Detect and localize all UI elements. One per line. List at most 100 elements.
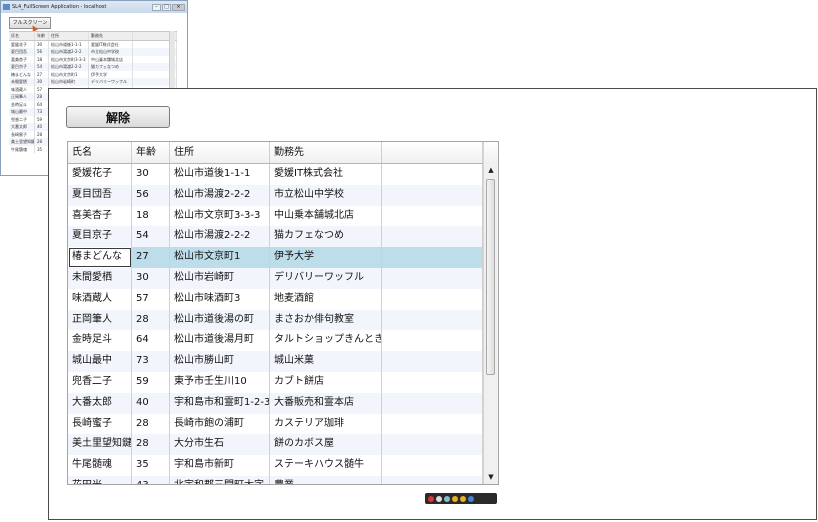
vertical-scrollbar[interactable]: ▲ ▼ <box>483 163 498 484</box>
bg-table-row[interactable]: 未間愛栖 30 松山市岩崎町 デリバリーワッフル <box>9 78 177 86</box>
cell-address[interactable]: 北宇和郡三間町大字 <box>170 475 270 484</box>
table-row[interactable]: 喜美杏子 18 松山市文京町3-3-3 中山乗本舗城北店 <box>68 205 483 227</box>
cell-address[interactable]: 松山市道後湯月町 <box>170 330 270 352</box>
cell-workplace[interactable]: 大番販売和霊本店 <box>270 392 382 414</box>
down-arrow-icon[interactable]: ▼ <box>484 470 498 484</box>
cell-address[interactable]: 松山市道後1-1-1 <box>170 164 270 185</box>
cell-address[interactable]: 松山市文京町1 <box>170 247 270 268</box>
cell-address[interactable]: 松山市味酒町3 <box>170 288 270 310</box>
cell-workplace[interactable]: デリバリーワッフル <box>270 267 382 289</box>
cell-name[interactable]: 兜香二子 <box>68 371 132 393</box>
table-row[interactable]: 正岡筆人 28 松山市道後湯の町 まさおか俳句教室 <box>68 309 483 331</box>
up-arrow-icon[interactable]: ▲ <box>484 163 498 177</box>
cell-address[interactable]: 長崎市飽の浦町 <box>170 413 270 435</box>
cell-name[interactable]: 大番太郎 <box>68 392 132 414</box>
table-row[interactable]: 大番太郎 40 宇和島市和霊町1-2-3 大番販売和霊本店 <box>68 392 483 414</box>
cell-age[interactable]: 73 <box>132 351 170 372</box>
cell-name[interactable]: 城山最中 <box>68 351 132 372</box>
cell-workplace[interactable]: 農業 <box>270 475 382 484</box>
cell-name[interactable]: 牛尾髄魂 <box>68 455 132 476</box>
cell-workplace[interactable]: 伊予大学 <box>270 247 382 268</box>
column-header-workplace[interactable]: 勤務先 <box>270 142 382 163</box>
ime-language-bar[interactable] <box>425 493 497 504</box>
cell-name[interactable]: 椿まどんな <box>68 247 132 268</box>
cell-age[interactable]: 18 <box>132 205 170 227</box>
cell-age[interactable]: 30 <box>132 267 170 289</box>
cell-name[interactable]: 未間愛栖 <box>68 267 132 289</box>
column-header-name[interactable]: 氏名 <box>68 142 132 163</box>
minimize-icon[interactable]: – <box>152 3 161 11</box>
cell-address[interactable]: 宇和島市和霊町1-2-3 <box>170 392 270 414</box>
cell-address[interactable]: 松山市文京町3-3-3 <box>170 205 270 227</box>
cell-age[interactable]: 43 <box>132 475 170 484</box>
cell-name[interactable]: 喜美杏子 <box>68 205 132 227</box>
cell-address[interactable]: 松山市湯渡2-2-2 <box>170 226 270 248</box>
maximize-icon[interactable]: □ <box>162 3 171 11</box>
data-grid[interactable]: 氏名 年齢 住所 勤務先 愛媛花子 30 松山市道後1-1-1 愛媛IT株式会社 夏目団… <box>67 141 499 485</box>
cell-name[interactable]: 美土里望知鍵 <box>68 434 132 456</box>
scrollbar-thumb[interactable] <box>486 179 495 375</box>
table-row[interactable]: 城山最中 73 松山市勝山町 城山米菓 <box>68 351 483 372</box>
column-header-age[interactable]: 年齢 <box>132 142 170 163</box>
cell-address[interactable]: 宇和島市新町 <box>170 455 270 476</box>
cell-workplace[interactable]: 城山米菓 <box>270 351 382 372</box>
cell-age[interactable]: 27 <box>132 247 170 268</box>
table-row[interactable]: 愛媛花子 30 松山市道後1-1-1 愛媛IT株式会社 <box>68 164 483 185</box>
table-row[interactable]: 夏目京子 54 松山市湯渡2-2-2 猫カフェなつめ <box>68 226 483 248</box>
release-button[interactable]: 解除 <box>66 106 170 128</box>
bg-table-row[interactable]: 喜美杏子 18 松山市文京町3-3-3 中山乗本舗城北店 <box>9 55 177 63</box>
cell-age[interactable]: 57 <box>132 288 170 310</box>
table-row[interactable]: 長崎蜜子 28 長崎市飽の浦町 カステリア珈琲 <box>68 413 483 435</box>
cell-address[interactable]: 大分市生石 <box>170 434 270 456</box>
table-row[interactable]: 花田米43北宇和郡三間町大字農業 <box>68 475 483 484</box>
cell-age[interactable]: 28 <box>132 309 170 331</box>
cell-workplace[interactable]: 餅のカボス屋 <box>270 434 382 456</box>
cell-workplace[interactable]: 地麦酒館 <box>270 288 382 310</box>
column-header-address[interactable]: 住所 <box>170 142 270 163</box>
cell-age[interactable]: 30 <box>132 164 170 185</box>
cell-name[interactable]: 愛媛花子 <box>68 164 132 185</box>
ime-pad-icon[interactable] <box>460 495 466 502</box>
cell-workplace[interactable]: タルトショップきんとき <box>270 330 382 352</box>
bg-table-row[interactable]: 愛媛花子 30 松山市道後1-1-1 愛媛IT株式会社 <box>9 40 177 48</box>
cell-age[interactable]: 56 <box>132 184 170 206</box>
table-row[interactable]: 味酒蔵人 57 松山市味酒町3 地麦酒館 <box>68 288 483 310</box>
cell-age[interactable]: 28 <box>132 434 170 456</box>
table-row[interactable]: 夏目団吾 56 松山市湯渡2-2-2 市立松山中学校 <box>68 184 483 206</box>
bg-table-row[interactable]: 椿まどんな 27 松山市文京町1 伊予大学 <box>9 70 177 78</box>
table-row[interactable]: 美土里望知鍵 28 大分市生石 餅のカボス屋 <box>68 434 483 456</box>
cell-address[interactable]: 松山市道後湯の町 <box>170 309 270 331</box>
cell-workplace[interactable]: 愛媛IT株式会社 <box>270 164 382 185</box>
cell-name[interactable]: 味酒蔵人 <box>68 288 132 310</box>
ime-help-icon[interactable] <box>468 495 474 502</box>
cell-age[interactable]: 59 <box>132 371 170 393</box>
cell-age[interactable]: 28 <box>132 413 170 435</box>
cell-name[interactable]: 金時足斗 <box>68 330 132 352</box>
cell-name[interactable]: 夏目京子 <box>68 226 132 248</box>
close-icon[interactable]: × <box>172 3 185 11</box>
ime-tools-icon[interactable] <box>452 495 458 502</box>
cell-name[interactable]: 花田米 <box>68 475 132 484</box>
cell-workplace[interactable]: 猫カフェなつめ <box>270 226 382 248</box>
table-row[interactable]: 椿まどんな 27 松山市文京町1 伊予大学 <box>68 247 483 268</box>
cell-age[interactable]: 40 <box>132 392 170 414</box>
cell-name[interactable]: 正岡筆人 <box>68 309 132 331</box>
cell-workplace[interactable]: 市立松山中学校 <box>270 184 382 206</box>
ime-dictionary-icon[interactable] <box>444 495 450 502</box>
cell-workplace[interactable]: ステーキハウス髄牛 <box>270 455 382 476</box>
cell-age[interactable]: 54 <box>132 226 170 248</box>
table-row[interactable]: 牛尾髄魂 35 宇和島市新町 ステーキハウス髄牛 <box>68 455 483 476</box>
cell-workplace[interactable]: まさおか俳句教室 <box>270 309 382 331</box>
grid-body[interactable]: 愛媛花子 30 松山市道後1-1-1 愛媛IT株式会社 夏目団吾 56 松山市湯渡2-2-2… <box>68 164 483 484</box>
cell-address[interactable]: 松山市勝山町 <box>170 351 270 372</box>
cell-address[interactable]: 松山市岩崎町 <box>170 267 270 289</box>
cell-address[interactable]: 東予市壬生川10 <box>170 371 270 393</box>
cell-name[interactable]: 夏目団吾 <box>68 184 132 206</box>
bg-table-row[interactable]: 夏目団吾 56 松山市湯渡2-2-2 市立松山中学校 <box>9 48 177 56</box>
cell-age[interactable]: 35 <box>132 455 170 476</box>
cell-workplace[interactable]: 中山乗本舗城北店 <box>270 205 382 227</box>
ime-mode-icon[interactable] <box>428 495 434 502</box>
table-row[interactable]: 金時足斗 64 松山市道後湯月町 タルトショップきんとき <box>68 330 483 352</box>
ime-input-icon[interactable] <box>436 495 442 502</box>
table-row[interactable]: 兜香二子 59 東予市壬生川10 カブト餅店 <box>68 371 483 393</box>
